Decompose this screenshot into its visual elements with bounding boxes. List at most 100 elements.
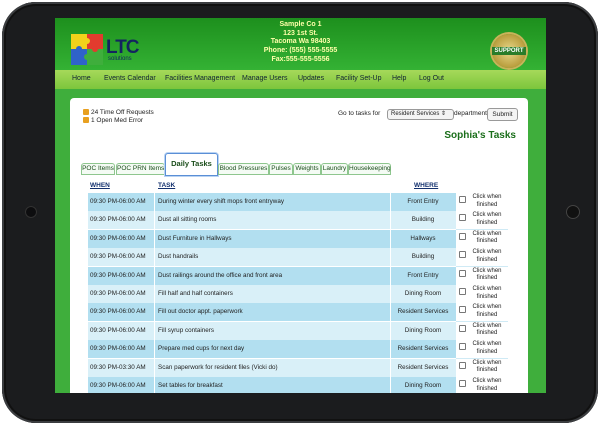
page-title: Sophia's Tasks [444, 130, 516, 141]
finished-checkbox[interactable] [459, 343, 466, 351]
address-phone: Phone: (555) 555-5555 [263, 47, 338, 55]
task-cell: Prepare med cups for next day [158, 345, 245, 353]
where-cell: Dining Room [404, 290, 442, 297]
nav-log-out[interactable]: Log Out [419, 75, 444, 82]
nav-updates[interactable]: Updates [298, 75, 324, 82]
finished-label: Click when finished [472, 267, 502, 282]
where-cell: Dining Room [404, 326, 442, 334]
screen: LTC solutions Sample Co 1 123 1st St. Ta… [55, 18, 546, 393]
department-select[interactable]: Resident Services ⇕ [387, 109, 454, 120]
finished-label: Click when finished [472, 322, 502, 337]
finished-checkbox[interactable] [459, 269, 466, 277]
tab-housekeeping[interactable]: Housekeeping [348, 163, 391, 175]
tab-blood-pressures[interactable]: Blood Pressures [218, 163, 269, 175]
nav-facility-setup[interactable]: Facility Set-Up [336, 75, 382, 82]
submit-button[interactable]: Submit [487, 108, 518, 121]
table-row: 09:30 PM-06:00 AM Fill half and half cont… [88, 285, 508, 304]
tab-poc-items[interactable]: POC Items [81, 163, 115, 175]
where-cell: Resident Services [397, 345, 449, 353]
when-cell: 09:30 PM-06:00 AM [90, 326, 146, 334]
finished-checkbox[interactable] [459, 306, 466, 314]
table-row: 09:30 PM-06:00 AM Dust railings around th… [88, 266, 508, 286]
column-divider [154, 285, 155, 303]
support-button[interactable]: SUPPORT [492, 34, 526, 68]
finished-cell: Click when finished [456, 285, 508, 304]
tab-pulses[interactable]: Pulses [269, 163, 293, 175]
tab-daily-tasks[interactable]: Daily Tasks [165, 153, 218, 176]
finished-label: Click when finished [472, 359, 502, 374]
finished-checkbox[interactable] [459, 361, 466, 369]
finished-label: Click when finished [472, 194, 502, 208]
where-cell: Building [411, 216, 435, 224]
when-cell: 09:30 PM-03:30 AM [90, 363, 146, 371]
task-cell: Set tables for breakfast [158, 382, 223, 389]
finished-label: Click when finished [472, 212, 502, 226]
table-row: 09:30 PM-06:00 AM Dust Furniture in Hallw… [88, 229, 508, 249]
finished-label: Click when finished [472, 249, 502, 263]
task-cell: During winter every shift mops front ent… [158, 198, 284, 205]
finished-checkbox[interactable] [459, 324, 466, 332]
tablet-frame: LTC solutions Sample Co 1 123 1st St. Ta… [0, 0, 600, 425]
finished-cell: Click when finished [456, 229, 508, 249]
finished-checkbox[interactable] [459, 380, 466, 387]
task-cell: Scan paperwork for resident files (Vicki… [158, 363, 278, 371]
column-divider [154, 248, 155, 267]
finished-label: Click when finished [472, 304, 502, 318]
alert-med-error[interactable]: 1 Open Med Error [83, 117, 143, 124]
task-cell: Fill out doctor appt. paperwork [158, 308, 243, 316]
column-divider [154, 193, 155, 211]
when-cell: 09:30 PM-06:00 AM [90, 382, 146, 389]
finished-cell: Click when finished [456, 321, 508, 341]
warning-icon [83, 109, 89, 115]
column-divider [154, 377, 155, 393]
finished-checkbox[interactable] [459, 214, 466, 222]
when-cell: 09:30 PM-06:00 AM [90, 308, 146, 316]
where-cell: Front Entry [407, 198, 439, 205]
address-street: 123 1st St. [283, 29, 318, 37]
column-divider [154, 266, 155, 285]
header-task[interactable]: TASK [158, 182, 175, 189]
alert-time-off[interactable]: 24 Time Off Requests [83, 109, 154, 116]
finished-cell: Click when finished [456, 377, 508, 393]
tab-weights[interactable]: Weights [293, 163, 321, 175]
tasks-table: WHEN TASK WHERE 09:30 PM-06:00 AM During … [88, 175, 508, 393]
alert-med-error-text: 1 Open Med Error [91, 117, 144, 124]
content-panel: 24 Time Off Requests 1 Open Med Error Go… [70, 98, 528, 393]
finished-cell: Click when finished [456, 358, 508, 378]
task-cell: Dust Furniture in Hallways [158, 234, 232, 242]
where-cell: Hallways [410, 234, 436, 242]
table-row: 09:30 PM-06:00 AM Dust all sitting rooms B… [88, 211, 508, 231]
nav-help[interactable]: Help [392, 75, 406, 82]
finished-checkbox[interactable] [459, 232, 466, 240]
nav-facilities-management[interactable]: Facilities Management [165, 75, 235, 82]
finished-cell: Click when finished [456, 266, 508, 286]
where-cell: Building [411, 253, 435, 261]
company-name: Sample Co 1 [279, 21, 322, 28]
tab-poc-prn-items[interactable]: POC PRN Items [116, 163, 165, 175]
task-cell: Fill syrup containers [158, 326, 214, 334]
finished-cell: Click when finished [456, 193, 508, 212]
table-row: 09:30 PM-06:00 AM Prepare med cups for ne… [88, 340, 508, 360]
header-where[interactable]: WHERE [414, 182, 438, 189]
home-button[interactable] [566, 205, 580, 219]
task-cell: Fill half and half containers [158, 290, 233, 297]
nav-home[interactable]: Home [72, 75, 91, 82]
table-row: 09:30 PM-06:00 AM Dust handrails Building C… [88, 248, 508, 268]
column-divider [154, 358, 155, 377]
task-cell: Dust all sitting rooms [158, 216, 217, 224]
goto-label: Go to tasks for [338, 110, 381, 117]
when-cell: 09:30 PM-06:00 AM [90, 216, 146, 224]
header-when[interactable]: WHEN [90, 182, 110, 189]
nav-manage-users[interactable]: Manage Users [242, 75, 288, 82]
finished-cell: Click when finished [456, 211, 508, 231]
finished-checkbox[interactable] [459, 196, 466, 203]
finished-checkbox[interactable] [459, 288, 466, 295]
table-row: 09:30 PM-06:00 AM Set tables for breakfas… [88, 377, 508, 393]
goto-suffix: department. [454, 110, 489, 117]
table-row: 09:30 PM-06:00 AM During winter every shi… [88, 193, 508, 212]
finished-checkbox[interactable] [459, 251, 466, 259]
finished-label: Click when finished [472, 378, 502, 392]
where-cell: Resident Services [397, 363, 449, 371]
nav-events-calendar[interactable]: Events Calendar [104, 75, 156, 82]
tab-laundry[interactable]: Laundry [321, 163, 348, 175]
